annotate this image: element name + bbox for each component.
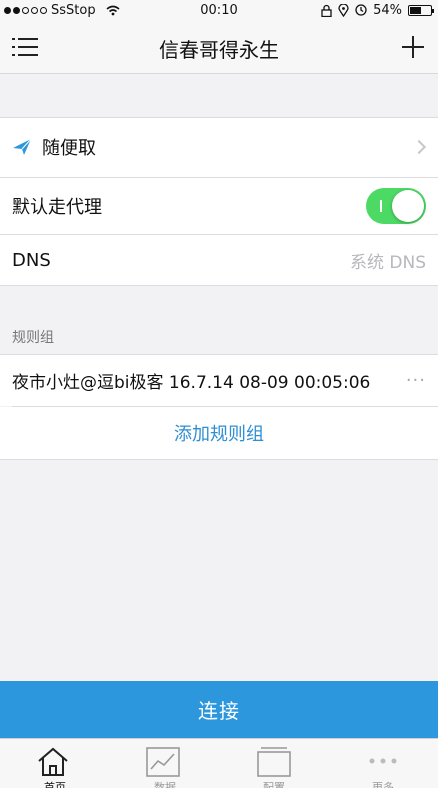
chevron-right-icon <box>411 139 427 155</box>
paper-plane-icon <box>13 138 32 155</box>
page-title: 信春哥得永生 <box>159 38 279 62</box>
divider <box>0 285 438 286</box>
rule-group-item[interactable]: 夜市小灶@逗bi极客 16.7.14 08-09 00:05:06 ··· <box>0 355 438 406</box>
tab-data-label: 数据 <box>154 781 176 788</box>
lock-icon <box>321 4 332 17</box>
battery-level <box>410 6 421 14</box>
add-rule-group-row: 添加规则组 <box>0 407 438 459</box>
add-icon[interactable] <box>402 36 424 58</box>
ellipsis-icon[interactable]: ··· <box>406 370 426 391</box>
dns-label: DNS <box>12 249 51 271</box>
tab-config-label: 配置 <box>263 781 285 788</box>
proxy-row[interactable]: 随便取 <box>0 117 438 177</box>
tab-more[interactable]: 更多 <box>328 739 438 788</box>
chart-icon <box>146 747 180 777</box>
default-proxy-label: 默认走代理 <box>12 197 102 218</box>
status-bar: SsStop 00:10 54% <box>0 0 438 20</box>
tab-bar: 首页 数据 配置 更多 <box>0 738 438 788</box>
add-rule-group-link[interactable]: 添加规则组 <box>0 420 438 446</box>
tab-config[interactable]: 配置 <box>219 739 329 788</box>
dns-value: 系统 DNS <box>349 252 426 273</box>
divider <box>0 459 438 460</box>
config-icon <box>257 747 291 777</box>
tab-more-label: 更多 <box>372 781 394 788</box>
toggle-knob <box>392 190 424 222</box>
rule-group-label: 夜市小灶@逗bi极客 16.7.14 08-09 00:05:06 <box>12 373 371 393</box>
tab-home[interactable]: 首页 <box>0 739 110 788</box>
default-proxy-toggle[interactable] <box>366 188 426 224</box>
battery-icon <box>408 4 434 16</box>
home-icon <box>38 747 68 776</box>
rules-section-title: 规则组 <box>12 330 54 346</box>
dns-row[interactable]: DNS 系统 DNS <box>0 235 438 285</box>
more-icon <box>369 758 397 764</box>
tab-data[interactable]: 数据 <box>110 739 220 788</box>
battery-percent: 54% <box>373 2 402 18</box>
toggle-on-mark <box>380 200 382 212</box>
alarm-icon <box>355 4 367 16</box>
status-right: 54% <box>321 2 434 18</box>
nav-bar: 信春哥得永生 <box>0 20 438 74</box>
tab-home-label: 首页 <box>44 781 66 788</box>
location-icon <box>338 3 349 17</box>
divider <box>0 117 438 118</box>
proxy-name: 随便取 <box>42 138 96 159</box>
connect-button[interactable]: 连接 <box>0 681 438 738</box>
default-proxy-row: 默认走代理 <box>0 178 438 234</box>
